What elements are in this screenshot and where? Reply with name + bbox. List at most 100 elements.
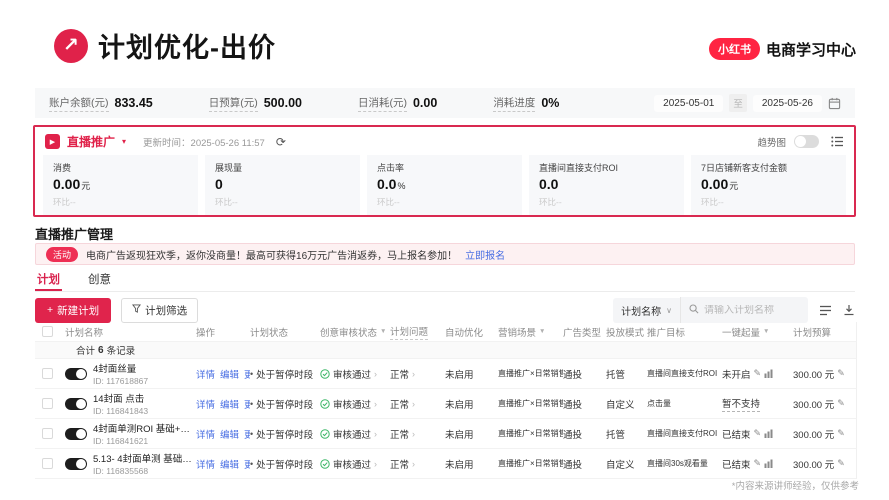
plan-name[interactable]: 4封面丝量 xyxy=(93,361,148,375)
marketing-scene: 直播推广×日常销售 xyxy=(498,368,563,379)
ad-type: 通投 xyxy=(563,367,582,381)
filter-icon[interactable]: ▼ xyxy=(380,328,386,335)
chart-icon[interactable] xyxy=(764,459,773,468)
edit-link[interactable]: 编辑 xyxy=(220,457,239,471)
plan-id: ID: 116841621 xyxy=(93,436,192,446)
calendar-icon[interactable] xyxy=(828,97,841,110)
filter-icon[interactable]: ▼ xyxy=(539,328,545,335)
brand-badge: 小红书 电商学习中心 xyxy=(709,38,856,60)
edit-link[interactable]: 编辑 xyxy=(220,397,239,411)
chevron-right-icon[interactable]: › xyxy=(374,369,377,379)
audit-status[interactable]: 审核通过 xyxy=(333,457,371,471)
plan-enable-toggle[interactable] xyxy=(65,458,87,470)
xiaohongshu-logo: 小红书 xyxy=(709,38,760,60)
table-summary-row: 合计 6 条记录 xyxy=(35,342,857,359)
chevron-right-icon[interactable]: › xyxy=(412,459,415,469)
edit-icon[interactable]: ✎ xyxy=(754,458,762,469)
edit-link[interactable]: 编辑 xyxy=(220,427,239,441)
detail-link[interactable]: 详情 xyxy=(196,457,215,471)
edit-icon[interactable]: ✎ xyxy=(754,368,762,379)
chevron-right-icon[interactable]: › xyxy=(412,399,415,409)
table-view-icon[interactable] xyxy=(831,136,844,147)
column-settings-icon[interactable] xyxy=(819,305,832,316)
daily-spend: 日消耗(元) 0.00 xyxy=(358,95,437,112)
chevron-right-icon[interactable]: › xyxy=(374,429,377,439)
chevron-right-icon[interactable]: › xyxy=(412,369,415,379)
cell-ad-type: 通投 xyxy=(563,457,606,471)
edit-icon[interactable]: ✎ xyxy=(837,398,845,409)
audit-pass-icon xyxy=(320,429,330,439)
edit-icon[interactable]: ✎ xyxy=(837,368,845,379)
status-dot-icon: • xyxy=(250,459,253,469)
trend-chart-toggle[interactable] xyxy=(794,135,819,148)
plan-issue[interactable]: 正常 xyxy=(390,457,409,471)
chevron-right-icon[interactable]: › xyxy=(374,459,377,469)
row-checkbox[interactable] xyxy=(42,368,53,379)
cell-select xyxy=(35,398,65,409)
edit-link[interactable]: 编辑 xyxy=(220,367,239,381)
tab-creatives[interactable]: 创意 xyxy=(86,271,113,291)
plan-name[interactable]: 4封面单测ROI 基础+家居 xyxy=(93,421,192,435)
chevron-right-icon[interactable]: › xyxy=(374,399,377,409)
stat-label: 账户余额(元) xyxy=(49,95,109,112)
row-checkbox[interactable] xyxy=(42,398,53,409)
signup-link[interactable]: 立即报名 xyxy=(465,247,505,262)
plan-issue[interactable]: 正常 xyxy=(390,397,409,411)
row-checkbox[interactable] xyxy=(42,458,53,469)
plan-filter-button[interactable]: 计划筛选 xyxy=(121,298,198,323)
plan-enable-toggle[interactable] xyxy=(65,368,87,380)
refresh-icon[interactable]: ⟳ xyxy=(276,135,286,149)
metric-card-impressions: 展现量 0 环比-- xyxy=(205,155,360,215)
cell-one-click-boost: 未开启✎ xyxy=(722,367,793,381)
tab-plans[interactable]: 计划 xyxy=(35,271,62,291)
metric-card-spend: 消费 0.00元 环比-- xyxy=(43,155,198,215)
audit-status[interactable]: 审核通过 xyxy=(333,427,371,441)
col-delivery-mode: 投放模式 xyxy=(606,325,647,339)
detail-link[interactable]: 详情 xyxy=(196,397,215,411)
plan-enable-toggle[interactable] xyxy=(65,398,87,410)
detail-link[interactable]: 详情 xyxy=(196,367,215,381)
stat-label: 日消耗(元) xyxy=(358,95,407,112)
audit-status[interactable]: 审核通过 xyxy=(333,367,371,381)
page-header: ↗ 计划优化-出价 xyxy=(54,26,276,65)
ad-type: 通投 xyxy=(563,457,582,471)
new-plan-button[interactable]: + 新建计划 xyxy=(35,298,111,323)
plan-enable-toggle[interactable] xyxy=(65,428,87,440)
search-field-select[interactable]: 计划名称 ∨ xyxy=(613,298,680,323)
audit-status[interactable]: 审核通过 xyxy=(333,397,371,411)
cell-delivery-mode: 自定义 xyxy=(606,457,647,471)
metric-value: 0 xyxy=(215,176,350,192)
plus-icon: + xyxy=(47,304,53,316)
table-toolbar: + 新建计划 计划筛选 计划名称 ∨ xyxy=(35,297,855,323)
plan-name[interactable]: 14封面 点击 xyxy=(93,391,148,405)
detail-link[interactable]: 详情 xyxy=(196,427,215,441)
cell-select xyxy=(35,458,65,469)
edit-icon[interactable]: ✎ xyxy=(837,428,845,439)
date-start-input[interactable]: 2025-05-01 xyxy=(654,95,723,112)
cell-promotion-goal: 点击量 xyxy=(647,398,722,409)
notice-text: 电商广告返现狂欢季，返你没商量！最高可获得16万元广告消返券，马上报名参加！ xyxy=(86,247,457,262)
download-icon[interactable] xyxy=(843,304,855,316)
metric-compare: 环比-- xyxy=(215,196,350,208)
select-all-checkbox[interactable] xyxy=(42,326,53,337)
search-input[interactable] xyxy=(704,305,800,316)
plan-name[interactable]: 5.13- 4封面单测 基础+家居_20250... xyxy=(93,451,192,465)
account-balance: 账户余额(元) 833.45 xyxy=(49,95,153,112)
chart-icon[interactable] xyxy=(764,369,773,378)
caret-down-icon[interactable]: ▾ xyxy=(122,137,126,146)
filter-icon[interactable]: ▼ xyxy=(763,328,769,335)
channel-selector[interactable]: 直播推广 xyxy=(67,133,115,150)
chevron-right-icon[interactable]: › xyxy=(412,429,415,439)
page-title: 计划优化-出价 xyxy=(98,26,276,65)
row-checkbox[interactable] xyxy=(42,428,53,439)
date-end-input[interactable]: 2025-05-26 xyxy=(753,95,822,112)
activity-badge: 活动 xyxy=(46,247,78,262)
plan-budget: 300.00 元 xyxy=(793,457,834,471)
chart-icon[interactable] xyxy=(764,429,773,438)
marketing-scene: 直播推广×日常销售 xyxy=(498,428,563,439)
cell-plan-budget: 300.00 元✎ xyxy=(793,427,857,441)
plan-issue[interactable]: 正常 xyxy=(390,427,409,441)
plan-issue[interactable]: 正常 xyxy=(390,367,409,381)
edit-icon[interactable]: ✎ xyxy=(754,428,762,439)
edit-icon[interactable]: ✎ xyxy=(837,458,845,469)
